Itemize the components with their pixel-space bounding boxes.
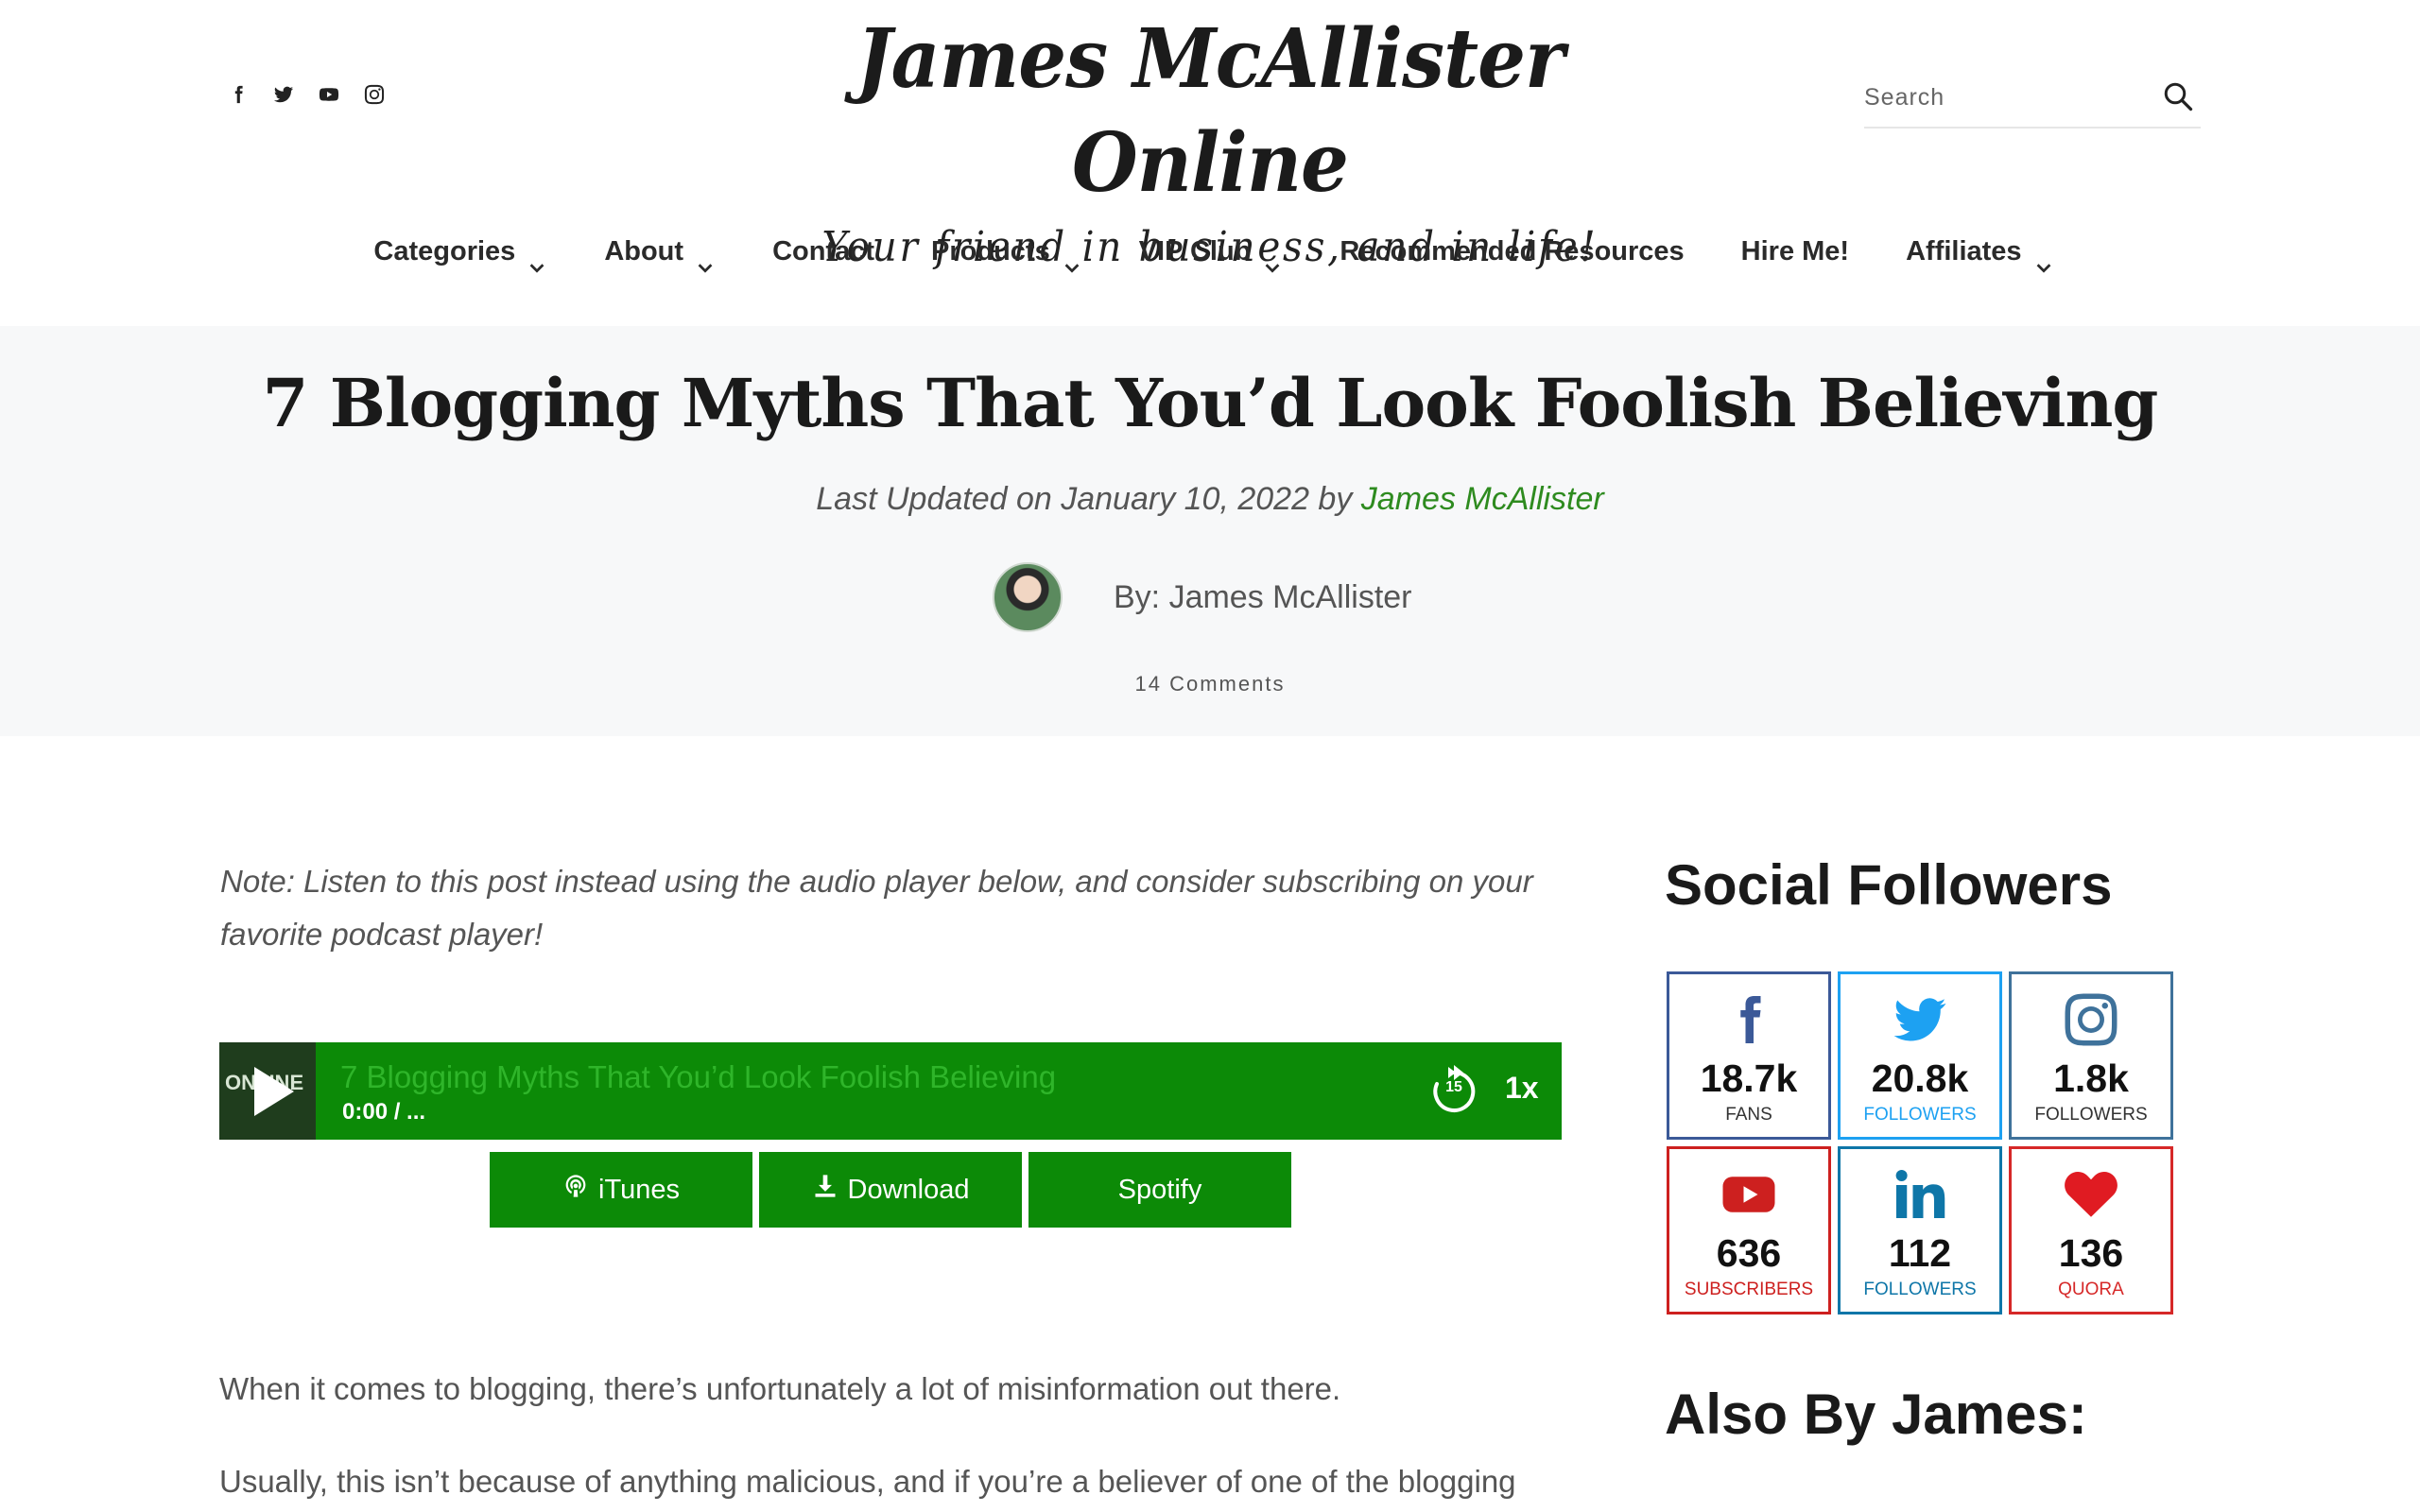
youtube-icon[interactable] <box>318 83 340 106</box>
follower-count: 636 <box>1716 1231 1782 1275</box>
search-input[interactable] <box>1864 83 2148 112</box>
linkedin-icon <box>1890 1164 1950 1225</box>
twitter-icon <box>1890 989 1950 1050</box>
itunes-label: iTunes <box>598 1174 680 1205</box>
post-updated-line: Last Updated on January 10, 2022 by Jame… <box>0 481 2420 518</box>
post-header-band: 7 Blogging Myths That You’d Look Foolish… <box>0 326 2420 736</box>
follower-count: 136 <box>2058 1231 2124 1275</box>
updated-text: Last Updated on January 10, 2022 by <box>816 481 1361 517</box>
youtube-followers[interactable]: 636 SUBSCRIBERS <box>1667 1146 1831 1314</box>
search-form <box>1864 68 2201 129</box>
follower-label: FOLLOWERS <box>1863 1105 1977 1125</box>
byline-text: By: James McAllister <box>1114 578 1412 615</box>
follower-count: 20.8k <box>1871 1057 1969 1100</box>
nav-item-products[interactable]: Products <box>931 223 1082 280</box>
nav-item-label: Categories <box>373 236 516 266</box>
skip-forward-icon[interactable]: 15 <box>1426 1063 1482 1120</box>
author-byline: By: James McAllister <box>993 562 1412 632</box>
youtube-icon <box>1719 1164 1779 1225</box>
follower-label: FOLLOWERS <box>2034 1105 2148 1125</box>
quora-followers[interactable]: 136 QUORA <box>2009 1146 2173 1314</box>
site-title: James McAllister Online <box>856 11 1565 211</box>
paragraph-1: When it comes to blogging, there’s unfor… <box>219 1371 1341 1406</box>
nav-item-label: Products <box>931 236 1050 266</box>
nav-item-categories[interactable]: Categories <box>373 223 547 280</box>
nav-item-label: Contact <box>772 236 875 266</box>
podcast-icon <box>562 1173 589 1207</box>
follower-label: FANS <box>1725 1105 1772 1125</box>
chevron-down-icon <box>527 241 547 273</box>
nav-item-affiliates[interactable]: Affiliates <box>1906 223 2053 280</box>
chevron-down-icon <box>2033 241 2054 273</box>
facebook-followers[interactable]: 18.7k FANS <box>1667 971 1831 1140</box>
chevron-down-icon <box>1062 241 1082 273</box>
nav-item-label: VIP Club <box>1138 236 1252 266</box>
instagram-icon <box>2061 989 2121 1050</box>
play-icon[interactable] <box>254 1066 294 1116</box>
nav-item-contact[interactable]: Contact <box>772 223 874 280</box>
nav-item-about[interactable]: About <box>604 223 716 280</box>
post-title: 7 Blogging Myths That You’d Look Foolish… <box>262 364 2159 442</box>
avatar <box>993 562 1063 632</box>
follower-label: SUBSCRIBERS <box>1684 1280 1814 1299</box>
follower-label: FOLLOWERS <box>1863 1280 1977 1299</box>
player-time: 0:00 / ... <box>342 1099 426 1125</box>
follower-count: 1.8k <box>2053 1057 2129 1100</box>
nav-item-hire-me[interactable]: Hire Me! <box>1741 223 1849 280</box>
nav-item-label: About <box>604 236 684 266</box>
chevron-down-icon <box>695 241 716 273</box>
player-thumbnail[interactable]: ONLINE <box>219 1042 316 1140</box>
main-nav: Categories About Contact Products VIP Cl… <box>0 223 2420 280</box>
chevron-down-icon <box>1262 241 1283 273</box>
twitter-icon[interactable] <box>272 83 295 106</box>
audio-note: Note: Listen to this post instead using … <box>220 864 1533 952</box>
follower-label: QUORA <box>2058 1280 2124 1299</box>
social-followers-grid: 18.7k FANS 20.8k FOLLOWERS 1.8k FOLLOWER… <box>1667 971 2173 1314</box>
download-label: Download <box>847 1174 970 1205</box>
player-title: 7 Blogging Myths That You’d Look Foolish… <box>340 1059 1057 1094</box>
nav-item-recommended-resources[interactable]: Recommended Resources <box>1340 223 1684 280</box>
paragraph-2: Usually, this isn’t because of anything … <box>219 1464 1516 1499</box>
instagram-followers[interactable]: 1.8k FOLLOWERS <box>2009 971 2173 1140</box>
follower-count: 18.7k <box>1700 1057 1798 1100</box>
nav-item-label: Hire Me! <box>1740 236 1850 266</box>
nav-item-label: Affiliates <box>1906 236 2022 266</box>
spotify-button[interactable]: Spotify <box>1028 1152 1291 1228</box>
header-social-links <box>227 83 386 106</box>
playback-speed-button[interactable]: 1x <box>1505 1071 1539 1106</box>
social-followers-heading: Social Followers <box>1665 853 2113 917</box>
search-icon[interactable] <box>2161 79 2195 113</box>
also-by-heading: Also By James: <box>1665 1383 2087 1446</box>
site-header: James McAllister Online Your friend in b… <box>0 0 2420 326</box>
itunes-button[interactable]: iTunes <box>490 1152 752 1228</box>
audio-player[interactable]: ONLINE 7 Blogging Myths That You’d Look … <box>219 1042 1562 1140</box>
instagram-icon[interactable] <box>363 83 386 106</box>
twitter-followers[interactable]: 20.8k FOLLOWERS <box>1838 971 2002 1140</box>
nav-item-label: Recommended Resources <box>1340 236 1685 266</box>
linkedin-followers[interactable]: 112 FOLLOWERS <box>1838 1146 2002 1314</box>
comments-link[interactable]: 14 Comments <box>0 672 2420 696</box>
download-icon <box>812 1173 838 1207</box>
author-link[interactable]: James McAllister <box>1361 481 1604 517</box>
subscribe-buttons: iTunes Download Spotify <box>490 1152 1291 1228</box>
facebook-icon <box>1719 989 1779 1050</box>
heart-icon <box>2061 1164 2121 1225</box>
nav-item-vip-club[interactable]: VIP Club <box>1139 223 1284 280</box>
spotify-label: Spotify <box>1117 1174 1202 1205</box>
skip-seconds: 15 <box>1445 1079 1462 1095</box>
facebook-icon[interactable] <box>227 83 250 106</box>
follower-count: 112 <box>1888 1231 1952 1275</box>
download-button[interactable]: Download <box>759 1152 1022 1228</box>
